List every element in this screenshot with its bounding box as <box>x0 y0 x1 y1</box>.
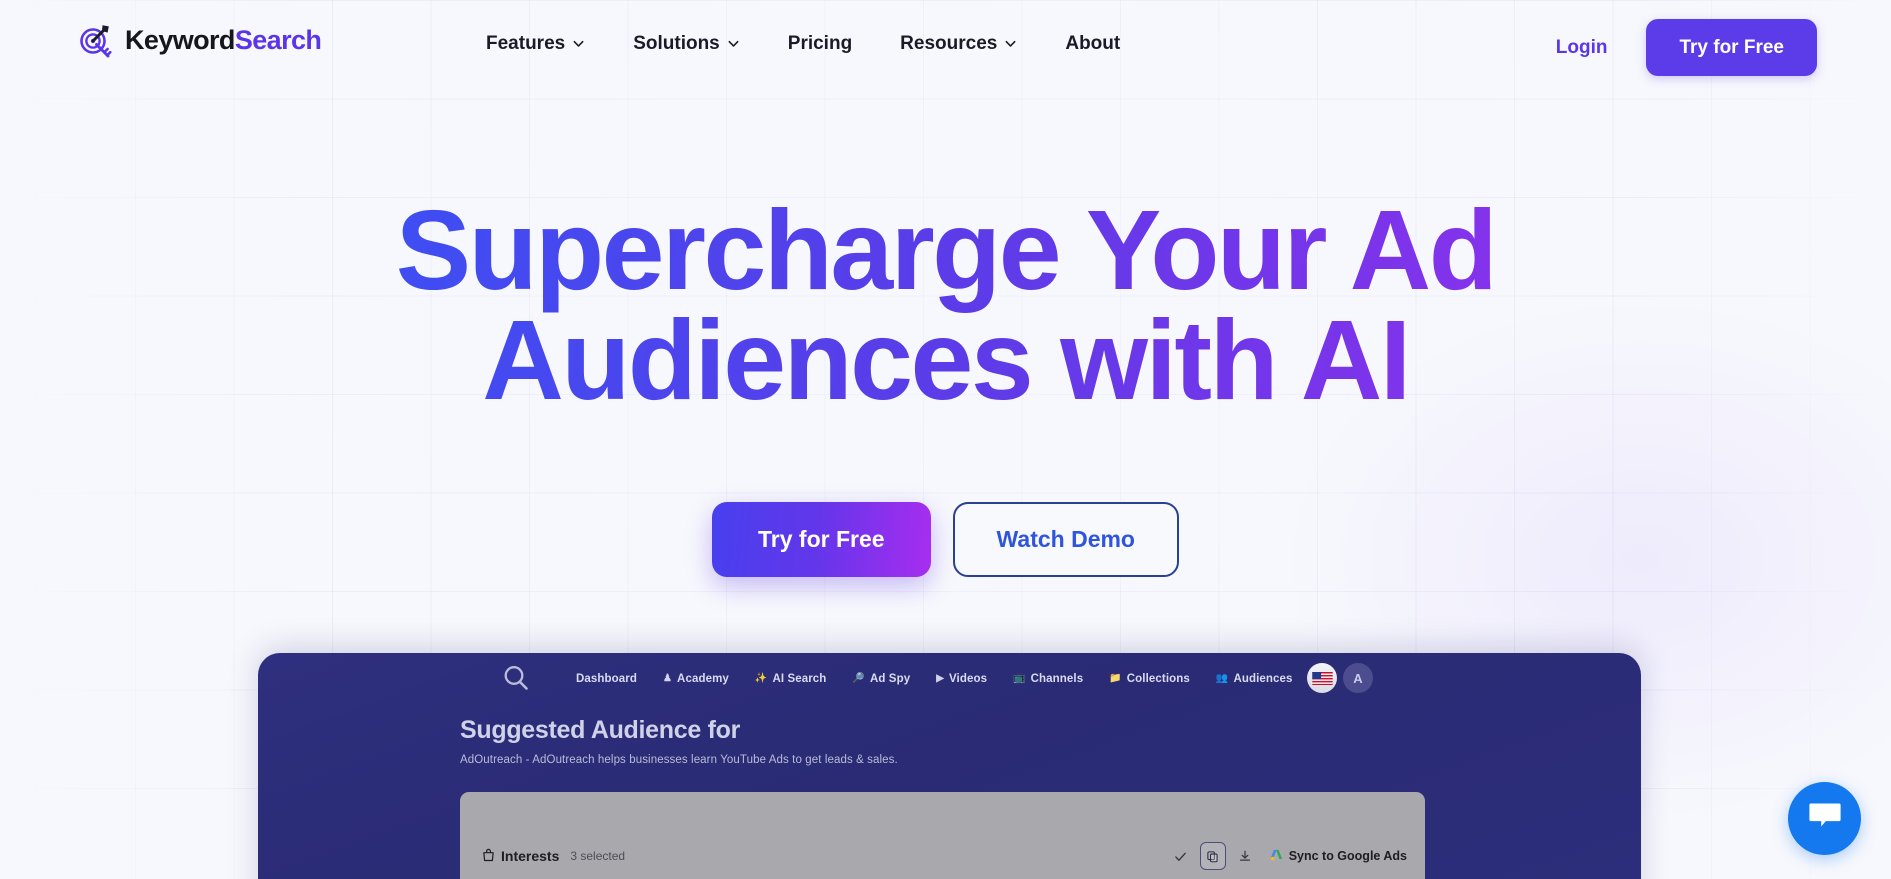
nav-item-about[interactable]: About <box>1063 30 1122 57</box>
avatar[interactable]: A <box>1343 663 1373 693</box>
brand-logo[interactable]: KeywordSearch <box>78 22 322 58</box>
us-flag-icon[interactable] <box>1307 663 1337 693</box>
chevron-down-icon <box>572 37 585 50</box>
hero-cta-row: Try for Free Watch Demo <box>0 502 1891 577</box>
interests-label-text: Interests <box>501 848 560 864</box>
site-header: KeywordSearch Features Solutions Pricing… <box>0 0 1891 92</box>
brand-name-secondary: Search <box>234 24 322 55</box>
app-nav-label-videos: Videos <box>948 673 988 685</box>
nav-item-pricing[interactable]: Pricing <box>786 30 854 57</box>
download-icon[interactable] <box>1237 848 1254 865</box>
sync-to-google-ads-label: Sync to Google Ads <box>1288 849 1407 863</box>
sync-to-google-ads-button[interactable]: Sync to Google Ads <box>1269 848 1407 865</box>
app-nav-ai-search[interactable]: ✨ AI Search <box>755 673 827 685</box>
app-nav-videos[interactable]: ▶ Videos <box>936 673 987 685</box>
chat-widget-button[interactable] <box>1788 782 1861 855</box>
check-icon[interactable] <box>1172 848 1189 865</box>
app-nav-channels[interactable]: 📺 Channels <box>1013 673 1083 685</box>
app-navigation: Dashboard ♟ Academy ✨ AI Search 🔎 Ad Spy… <box>576 653 1293 705</box>
interests-selected-count: 3 selected <box>570 849 626 863</box>
app-nav-collections[interactable]: 📁 Collections <box>1109 673 1190 685</box>
nav-item-resources[interactable]: Resources <box>898 30 1019 57</box>
tv-icon: 📺 <box>1013 673 1026 684</box>
nav-item-solutions[interactable]: Solutions <box>631 30 742 57</box>
header-try-for-free-button[interactable]: Try for Free <box>1646 19 1817 76</box>
app-nav-label-collections: Collections <box>1126 673 1190 685</box>
app-nav-dashboard[interactable]: Dashboard <box>576 673 637 685</box>
app-heading-title: Suggested Audience for <box>460 716 741 744</box>
card-action-group: Sync to Google Ads <box>1172 842 1407 870</box>
audience-card: Interests 3 selected Sync to Google Ads <box>460 792 1425 879</box>
main-navigation: Features Solutions Pricing Resources Abo… <box>484 30 1122 57</box>
app-nav-label-channels: Channels <box>1030 673 1084 685</box>
header-actions: Login Try for Free <box>1556 19 1817 76</box>
hero-watch-demo-button[interactable]: Watch Demo <box>952 502 1179 577</box>
nav-label-about: About <box>1065 33 1121 54</box>
app-nav-label-academy: Academy <box>677 673 729 685</box>
sparkle-icon: ✨ <box>754 673 768 684</box>
app-topbar: Dashboard ♟ Academy ✨ AI Search 🔎 Ad Spy… <box>258 653 1641 705</box>
nav-label-pricing: Pricing <box>787 33 853 54</box>
copy-icon[interactable] <box>1199 842 1226 870</box>
nav-item-features[interactable]: Features <box>484 30 587 57</box>
chevron-down-icon <box>727 37 740 50</box>
target-key-icon <box>78 22 114 58</box>
bag-icon <box>482 848 495 865</box>
spy-icon: 🔎 <box>852 673 865 684</box>
people-icon: 👥 <box>1215 673 1229 684</box>
app-heading: Suggested Audience for AdOutreach - AdOu… <box>460 716 898 766</box>
chat-bubble-icon <box>1808 801 1842 836</box>
hero-try-for-free-button[interactable]: Try for Free <box>712 502 931 577</box>
brand-name: KeywordSearch <box>125 24 322 55</box>
app-nav-label-dashboard: Dashboard <box>576 673 637 685</box>
app-preview-panel: Dashboard ♟ Academy ✨ AI Search 🔎 Ad Spy… <box>258 653 1641 879</box>
nav-label-features: Features <box>486 33 566 54</box>
login-link[interactable]: Login <box>1556 38 1608 57</box>
audience-card-toolbar: Interests 3 selected Sync to Google Ads <box>460 835 1425 877</box>
app-nav-label-ai-search: AI Search <box>772 673 827 685</box>
app-nav-label-ad-spy: Ad Spy <box>869 673 911 685</box>
interests-group: Interests 3 selected <box>482 848 625 865</box>
academy-icon: ♟ <box>662 673 673 684</box>
nav-label-resources: Resources <box>900 33 998 54</box>
nav-label-solutions: Solutions <box>633 33 720 54</box>
page-title: Supercharge Your Ad Audiences with AI <box>0 193 1891 416</box>
play-icon: ▶ <box>936 673 944 684</box>
app-nav-label-audiences: Audiences <box>1233 673 1293 685</box>
folder-icon: 📁 <box>1109 673 1122 684</box>
chevron-down-icon <box>1004 37 1017 50</box>
app-heading-subtitle: AdOutreach - AdOutreach helps businesses… <box>460 753 898 766</box>
interests-section-label: Interests <box>482 848 559 865</box>
google-ads-icon <box>1269 848 1283 865</box>
app-nav-ad-spy[interactable]: 🔎 Ad Spy <box>852 673 910 685</box>
app-nav-audiences[interactable]: 👥 Audiences <box>1216 673 1293 685</box>
magnifier-icon[interactable] <box>501 663 531 693</box>
app-topbar-right: A <box>1307 663 1373 693</box>
app-nav-academy[interactable]: ♟ Academy <box>663 673 729 685</box>
landing-page: KeywordSearch Features Solutions Pricing… <box>0 0 1891 879</box>
brand-name-primary: Keyword <box>125 24 235 55</box>
